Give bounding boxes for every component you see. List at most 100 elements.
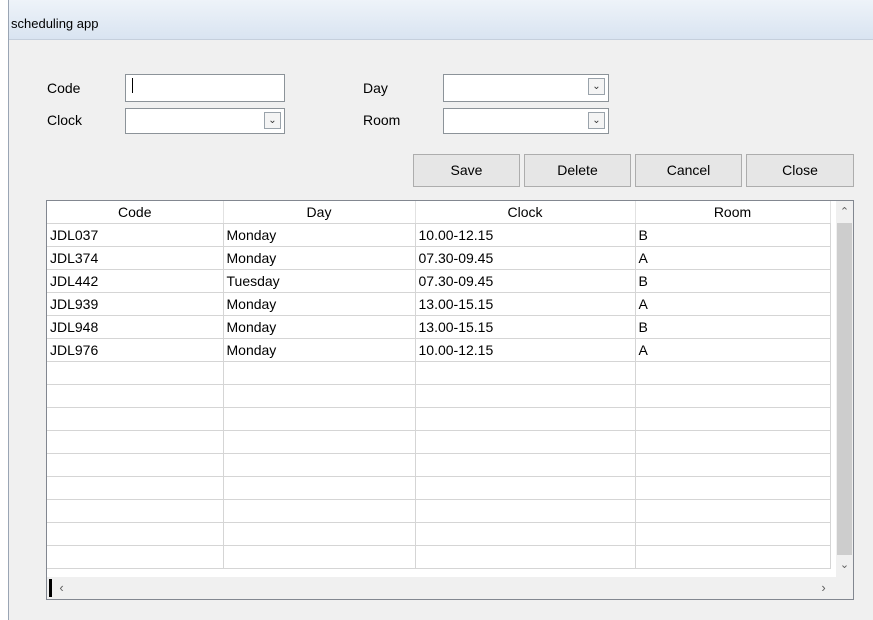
schedule-table-grid: Code Day Clock Room JDL037 Monday 10.00-12…	[47, 201, 831, 569]
table-cell-room[interactable]: B	[635, 223, 831, 247]
table-cell-clock[interactable]: 13.00-15.15	[415, 315, 636, 339]
table-cell-clock[interactable]: 10.00-12.15	[415, 338, 636, 362]
table-cell-empty	[635, 522, 831, 546]
chevron-down-icon[interactable]: ⌄	[836, 557, 853, 574]
table-row-empty	[47, 453, 831, 477]
close-button[interactable]: Close	[746, 154, 854, 187]
delete-button[interactable]: Delete	[524, 154, 631, 187]
table-cell-empty	[47, 384, 224, 408]
table-cell-day[interactable]: Monday	[223, 292, 416, 316]
table-cell-empty	[415, 361, 636, 385]
table-row-empty	[47, 522, 831, 546]
table-cell-code[interactable]: JDL037	[47, 223, 224, 247]
table-cell-code[interactable]: JDL976	[47, 338, 224, 362]
table-cell-empty	[415, 476, 636, 500]
table-cell-empty	[47, 407, 224, 431]
table-cell-empty	[635, 430, 831, 454]
table-row-empty	[47, 545, 831, 569]
table-cell-empty	[415, 522, 636, 546]
table-row[interactable]: JDL442 Tuesday 07.30-09.45 B	[47, 269, 831, 293]
table-cell-code[interactable]: JDL442	[47, 269, 224, 293]
table-cell-day[interactable]: Monday	[223, 338, 416, 362]
table-row-empty	[47, 361, 831, 385]
table-cell-code[interactable]: JDL374	[47, 246, 224, 270]
table-cell-empty	[47, 361, 224, 385]
app-window: scheduling app Code Clock ⌄ Day ⌄ Room ⌄…	[8, 0, 873, 620]
text-caret	[132, 78, 133, 93]
code-input[interactable]	[125, 74, 285, 102]
horizontal-scrollbar[interactable]: ‹ ›	[47, 577, 836, 599]
table-row[interactable]: JDL948 Monday 13.00-15.15 B	[47, 315, 831, 339]
table-cell-clock[interactable]: 13.00-15.15	[415, 292, 636, 316]
table-cell-room[interactable]: A	[635, 338, 831, 362]
title-bar: scheduling app	[9, 0, 873, 40]
table-cell-empty	[47, 522, 224, 546]
table-row[interactable]: JDL037 Monday 10.00-12.15 B	[47, 223, 831, 247]
chevron-up-icon[interactable]: ⌃	[836, 204, 853, 221]
table-cell-empty	[223, 453, 416, 477]
table-cell-empty	[635, 407, 831, 431]
table-cell-empty	[223, 430, 416, 454]
table-cell-room[interactable]: A	[635, 292, 831, 316]
horizontal-scroll-thumb[interactable]	[49, 579, 52, 597]
table-cell-code[interactable]: JDL939	[47, 292, 224, 316]
table-cell-empty	[635, 476, 831, 500]
table-cell-empty	[635, 499, 831, 523]
scrollbar-corner	[836, 577, 853, 599]
table-row[interactable]: JDL976 Monday 10.00-12.15 A	[47, 338, 831, 362]
table-cell-empty	[415, 384, 636, 408]
table-cell-empty	[415, 453, 636, 477]
table-cell-room[interactable]: A	[635, 246, 831, 270]
table-cell-room[interactable]: B	[635, 315, 831, 339]
chevron-right-icon[interactable]: ›	[815, 577, 832, 599]
table-cell-empty	[415, 430, 636, 454]
schedule-table[interactable]: Code Day Clock Room JDL037 Monday 10.00-12…	[46, 200, 854, 600]
table-cell-day[interactable]: Monday	[223, 315, 416, 339]
table-cell-empty	[47, 476, 224, 500]
cancel-button[interactable]: Cancel	[635, 154, 742, 187]
day-label: Day	[363, 80, 388, 96]
table-cell-clock[interactable]: 07.30-09.45	[415, 269, 636, 293]
save-button[interactable]: Save	[413, 154, 520, 187]
table-cell-empty	[47, 499, 224, 523]
column-header-room[interactable]: Room	[635, 201, 831, 224]
table-cell-day[interactable]: Monday	[223, 223, 416, 247]
table-cell-empty	[223, 361, 416, 385]
table-cell-empty	[223, 476, 416, 500]
window-title: scheduling app	[11, 16, 99, 31]
table-cell-day[interactable]: Tuesday	[223, 269, 416, 293]
table-row[interactable]: JDL374 Monday 07.30-09.45 A	[47, 246, 831, 270]
table-cell-code[interactable]: JDL948	[47, 315, 224, 339]
table-cell-empty	[47, 453, 224, 477]
vertical-scroll-thumb[interactable]	[837, 223, 852, 555]
table-row-empty	[47, 499, 831, 523]
code-label: Code	[47, 80, 81, 96]
clock-select[interactable]: ⌄	[125, 108, 285, 134]
day-select[interactable]: ⌄	[443, 74, 609, 102]
table-row-empty	[47, 430, 831, 454]
column-header-code[interactable]: Code	[47, 201, 224, 224]
room-label: Room	[363, 112, 401, 128]
table-row[interactable]: JDL939 Monday 13.00-15.15 A	[47, 292, 831, 316]
table-cell-clock[interactable]: 10.00-12.15	[415, 223, 636, 247]
table-cell-empty	[635, 545, 831, 569]
table-header-row: Code Day Clock Room	[47, 201, 831, 224]
table-cell-day[interactable]: Monday	[223, 246, 416, 270]
table-row-empty	[47, 476, 831, 500]
clock-label: Clock	[47, 112, 83, 128]
chevron-down-icon: ⌄	[264, 112, 281, 129]
column-header-clock[interactable]: Clock	[415, 201, 636, 224]
chevron-down-icon: ⌄	[588, 78, 605, 95]
table-row-empty	[47, 407, 831, 431]
column-header-day[interactable]: Day	[223, 201, 416, 224]
table-cell-empty	[635, 453, 831, 477]
vertical-scrollbar[interactable]: ⌃ ⌄	[836, 201, 853, 577]
table-cell-empty	[635, 384, 831, 408]
table-cell-room[interactable]: B	[635, 269, 831, 293]
table-cell-empty	[223, 499, 416, 523]
table-cell-clock[interactable]: 07.30-09.45	[415, 246, 636, 270]
room-select[interactable]: ⌄	[443, 108, 609, 134]
table-cell-empty	[223, 522, 416, 546]
chevron-left-icon[interactable]: ‹	[53, 577, 70, 599]
table-cell-empty	[415, 545, 636, 569]
